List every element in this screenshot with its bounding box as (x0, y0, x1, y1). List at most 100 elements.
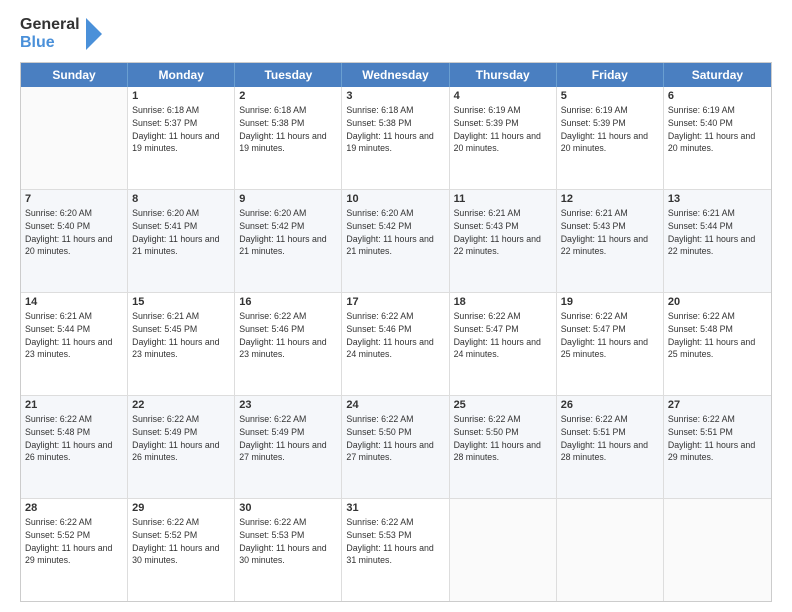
day-info: Sunrise: 6:20 AMSunset: 5:41 PMDaylight:… (132, 207, 230, 258)
cal-cell: 31 Sunrise: 6:22 AMSunset: 5:53 PMDaylig… (342, 499, 449, 601)
cal-week: 7 Sunrise: 6:20 AMSunset: 5:40 PMDayligh… (21, 190, 771, 293)
day-info: Sunrise: 6:22 AMSunset: 5:51 PMDaylight:… (561, 413, 659, 464)
day-number: 17 (346, 296, 444, 308)
cal-cell: 10 Sunrise: 6:20 AMSunset: 5:42 PMDaylig… (342, 190, 449, 292)
day-number: 30 (239, 502, 337, 514)
cal-cell: 6 Sunrise: 6:19 AMSunset: 5:40 PMDayligh… (664, 87, 771, 189)
day-number: 6 (668, 90, 767, 102)
cal-header-cell: Friday (557, 63, 664, 87)
day-number: 5 (561, 90, 659, 102)
day-info: Sunrise: 6:19 AMSunset: 5:39 PMDaylight:… (561, 104, 659, 155)
cal-cell: 21 Sunrise: 6:22 AMSunset: 5:48 PMDaylig… (21, 396, 128, 498)
calendar: SundayMondayTuesdayWednesdayThursdayFrid… (20, 62, 772, 602)
cal-week: 1 Sunrise: 6:18 AMSunset: 5:37 PMDayligh… (21, 87, 771, 190)
cal-week: 14 Sunrise: 6:21 AMSunset: 5:44 PMDaylig… (21, 293, 771, 396)
cal-cell: 16 Sunrise: 6:22 AMSunset: 5:46 PMDaylig… (235, 293, 342, 395)
day-number: 15 (132, 296, 230, 308)
cal-header-cell: Thursday (450, 63, 557, 87)
day-info: Sunrise: 6:19 AMSunset: 5:39 PMDaylight:… (454, 104, 552, 155)
cal-cell: 20 Sunrise: 6:22 AMSunset: 5:48 PMDaylig… (664, 293, 771, 395)
cal-cell: 2 Sunrise: 6:18 AMSunset: 5:38 PMDayligh… (235, 87, 342, 189)
day-info: Sunrise: 6:18 AMSunset: 5:38 PMDaylight:… (239, 104, 337, 155)
day-number: 12 (561, 193, 659, 205)
day-info: Sunrise: 6:22 AMSunset: 5:47 PMDaylight:… (454, 310, 552, 361)
cal-cell: 30 Sunrise: 6:22 AMSunset: 5:53 PMDaylig… (235, 499, 342, 601)
cal-cell (557, 499, 664, 601)
cal-header-cell: Monday (128, 63, 235, 87)
day-info: Sunrise: 6:21 AMSunset: 5:43 PMDaylight:… (561, 207, 659, 258)
cal-cell: 17 Sunrise: 6:22 AMSunset: 5:46 PMDaylig… (342, 293, 449, 395)
day-number: 20 (668, 296, 767, 308)
day-info: Sunrise: 6:22 AMSunset: 5:46 PMDaylight:… (239, 310, 337, 361)
day-info: Sunrise: 6:20 AMSunset: 5:42 PMDaylight:… (239, 207, 337, 258)
day-info: Sunrise: 6:22 AMSunset: 5:50 PMDaylight:… (454, 413, 552, 464)
day-number: 9 (239, 193, 337, 205)
day-info: Sunrise: 6:22 AMSunset: 5:52 PMDaylight:… (132, 516, 230, 567)
cal-cell: 9 Sunrise: 6:20 AMSunset: 5:42 PMDayligh… (235, 190, 342, 292)
calendar-header: SundayMondayTuesdayWednesdayThursdayFrid… (21, 63, 771, 87)
day-info: Sunrise: 6:21 AMSunset: 5:44 PMDaylight:… (668, 207, 767, 258)
cal-cell: 11 Sunrise: 6:21 AMSunset: 5:43 PMDaylig… (450, 190, 557, 292)
cal-week: 21 Sunrise: 6:22 AMSunset: 5:48 PMDaylig… (21, 396, 771, 499)
day-info: Sunrise: 6:22 AMSunset: 5:48 PMDaylight:… (668, 310, 767, 361)
cal-cell: 22 Sunrise: 6:22 AMSunset: 5:49 PMDaylig… (128, 396, 235, 498)
cal-cell: 19 Sunrise: 6:22 AMSunset: 5:47 PMDaylig… (557, 293, 664, 395)
cal-cell (664, 499, 771, 601)
day-info: Sunrise: 6:20 AMSunset: 5:42 PMDaylight:… (346, 207, 444, 258)
day-info: Sunrise: 6:22 AMSunset: 5:49 PMDaylight:… (132, 413, 230, 464)
day-number: 19 (561, 296, 659, 308)
day-info: Sunrise: 6:22 AMSunset: 5:47 PMDaylight:… (561, 310, 659, 361)
cal-cell: 3 Sunrise: 6:18 AMSunset: 5:38 PMDayligh… (342, 87, 449, 189)
cal-cell (450, 499, 557, 601)
day-info: Sunrise: 6:22 AMSunset: 5:49 PMDaylight:… (239, 413, 337, 464)
cal-cell: 27 Sunrise: 6:22 AMSunset: 5:51 PMDaylig… (664, 396, 771, 498)
day-number: 4 (454, 90, 552, 102)
day-number: 28 (25, 502, 123, 514)
day-number: 7 (25, 193, 123, 205)
header: General Blue (20, 16, 772, 52)
cal-cell (21, 87, 128, 189)
day-number: 31 (346, 502, 444, 514)
page: General Blue SundayMondayTuesdayWednesda… (0, 0, 792, 612)
cal-cell: 12 Sunrise: 6:21 AMSunset: 5:43 PMDaylig… (557, 190, 664, 292)
day-info: Sunrise: 6:18 AMSunset: 5:38 PMDaylight:… (346, 104, 444, 155)
day-number: 25 (454, 399, 552, 411)
day-info: Sunrise: 6:21 AMSunset: 5:43 PMDaylight:… (454, 207, 552, 258)
day-info: Sunrise: 6:21 AMSunset: 5:44 PMDaylight:… (25, 310, 123, 361)
cal-header-cell: Saturday (664, 63, 771, 87)
day-number: 23 (239, 399, 337, 411)
day-number: 29 (132, 502, 230, 514)
cal-cell: 13 Sunrise: 6:21 AMSunset: 5:44 PMDaylig… (664, 190, 771, 292)
cal-cell: 28 Sunrise: 6:22 AMSunset: 5:52 PMDaylig… (21, 499, 128, 601)
cal-cell: 23 Sunrise: 6:22 AMSunset: 5:49 PMDaylig… (235, 396, 342, 498)
cal-cell: 8 Sunrise: 6:20 AMSunset: 5:41 PMDayligh… (128, 190, 235, 292)
logo: General Blue (20, 16, 104, 52)
cal-header-cell: Sunday (21, 63, 128, 87)
day-info: Sunrise: 6:22 AMSunset: 5:52 PMDaylight:… (25, 516, 123, 567)
day-info: Sunrise: 6:22 AMSunset: 5:53 PMDaylight:… (239, 516, 337, 567)
day-info: Sunrise: 6:22 AMSunset: 5:50 PMDaylight:… (346, 413, 444, 464)
day-number: 1 (132, 90, 230, 102)
cal-cell: 1 Sunrise: 6:18 AMSunset: 5:37 PMDayligh… (128, 87, 235, 189)
cal-cell: 15 Sunrise: 6:21 AMSunset: 5:45 PMDaylig… (128, 293, 235, 395)
day-info: Sunrise: 6:22 AMSunset: 5:46 PMDaylight:… (346, 310, 444, 361)
day-number: 11 (454, 193, 552, 205)
day-number: 27 (668, 399, 767, 411)
cal-cell: 5 Sunrise: 6:19 AMSunset: 5:39 PMDayligh… (557, 87, 664, 189)
day-number: 13 (668, 193, 767, 205)
cal-cell: 29 Sunrise: 6:22 AMSunset: 5:52 PMDaylig… (128, 499, 235, 601)
day-info: Sunrise: 6:22 AMSunset: 5:53 PMDaylight:… (346, 516, 444, 567)
day-number: 18 (454, 296, 552, 308)
cal-cell: 26 Sunrise: 6:22 AMSunset: 5:51 PMDaylig… (557, 396, 664, 498)
day-number: 3 (346, 90, 444, 102)
cal-cell: 14 Sunrise: 6:21 AMSunset: 5:44 PMDaylig… (21, 293, 128, 395)
day-number: 22 (132, 399, 230, 411)
cal-cell: 25 Sunrise: 6:22 AMSunset: 5:50 PMDaylig… (450, 396, 557, 498)
day-info: Sunrise: 6:21 AMSunset: 5:45 PMDaylight:… (132, 310, 230, 361)
day-info: Sunrise: 6:20 AMSunset: 5:40 PMDaylight:… (25, 207, 123, 258)
day-info: Sunrise: 6:18 AMSunset: 5:37 PMDaylight:… (132, 104, 230, 155)
day-number: 16 (239, 296, 337, 308)
cal-header-cell: Tuesday (235, 63, 342, 87)
day-info: Sunrise: 6:19 AMSunset: 5:40 PMDaylight:… (668, 104, 767, 155)
calendar-body: 1 Sunrise: 6:18 AMSunset: 5:37 PMDayligh… (21, 87, 771, 601)
